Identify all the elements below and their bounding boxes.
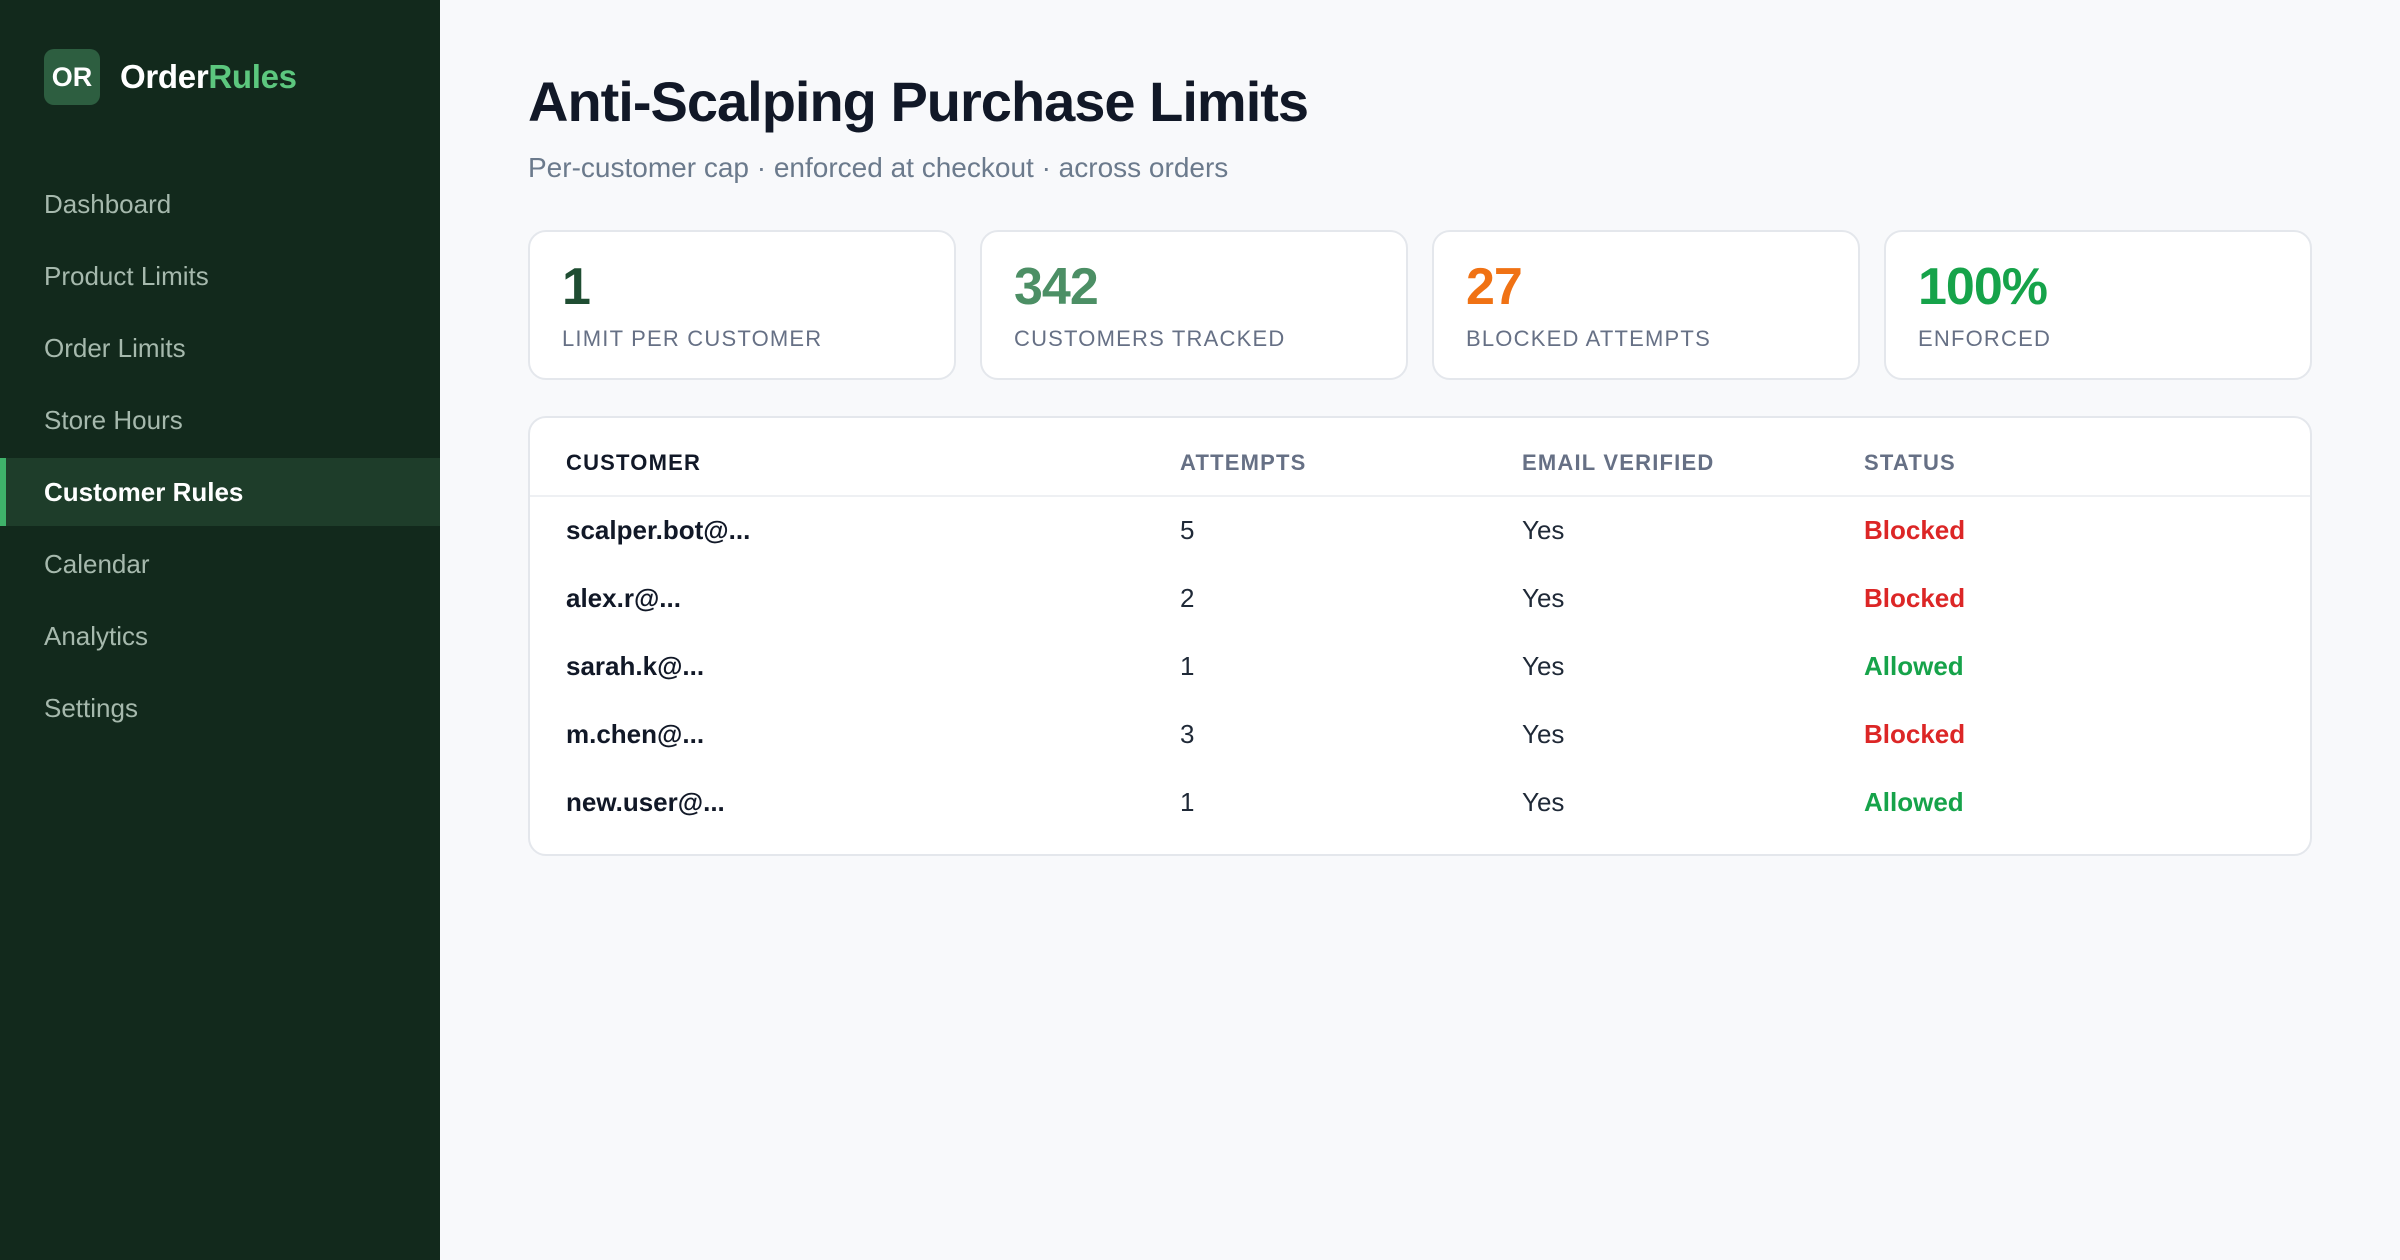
email-verified-cell: Yes [1522, 650, 1565, 681]
customer-cell: scalper.bot@... [566, 515, 751, 545]
sidebar-item-analytics[interactable]: Analytics [0, 602, 440, 670]
stat-card-enforced: 100% ENFORCED [1884, 230, 2312, 380]
column-header-customer[interactable]: CUSTOMER [530, 418, 1180, 497]
sidebar-item-customer-rules[interactable]: Customer Rules [0, 458, 440, 526]
stat-label-limit: LIMIT PER CUSTOMER [562, 326, 823, 351]
stat-label-blocked-attempts: BLOCKED ATTEMPTS [1466, 326, 1711, 351]
stat-value-blocked-attempts: 27 [1466, 258, 1523, 316]
attempts-cell: 1 [1180, 786, 1195, 817]
attempts-cell: 2 [1180, 582, 1195, 613]
attempts-cell: 3 [1180, 718, 1195, 749]
customers-table: CUSTOMER ATTEMPTS EMAIL VERIFIED STATUS … [530, 418, 2310, 836]
brand-name: OrderRules [120, 58, 297, 96]
customer-cell: sarah.k@... [566, 650, 705, 681]
stat-value-enforced: 100% [1918, 258, 2048, 316]
sidebar: OR OrderRules Dashboard Product Limits O… [0, 0, 440, 1260]
attempts-cell: 5 [1180, 515, 1195, 545]
status-badge: Allowed [1864, 786, 1964, 817]
stats-row: 1 LIMIT PER CUSTOMER 342 CUSTOMERS TRACK… [528, 230, 2312, 380]
main-content: Anti-Scalping Purchase Limits Per-custom… [440, 0, 2400, 1260]
stat-value-customers-tracked: 342 [1014, 258, 1099, 316]
stat-card-blocked-attempts: 27 BLOCKED ATTEMPTS [1432, 230, 1860, 380]
table-row[interactable]: scalper.bot@... 5 Yes Blocked [530, 496, 2310, 564]
stat-label-enforced: ENFORCED [1918, 326, 2052, 351]
column-header-email-verified[interactable]: EMAIL VERIFIED [1522, 418, 1864, 497]
customer-cell: m.chen@... [566, 718, 705, 749]
table-row[interactable]: new.user@... 1 Yes Allowed [530, 768, 2310, 836]
stat-value-limit: 1 [562, 258, 591, 316]
brand-logo: OR [44, 49, 100, 105]
status-badge: Allowed [1864, 650, 1964, 681]
sidebar-nav: Dashboard Product Limits Order Limits St… [0, 170, 440, 742]
sidebar-item-order-limits[interactable]: Order Limits [0, 314, 440, 382]
table-row[interactable]: sarah.k@... 1 Yes Allowed [530, 632, 2310, 700]
brand-name-part2: Rules [208, 58, 297, 95]
table-header-row: CUSTOMER ATTEMPTS EMAIL VERIFIED STATUS [530, 418, 2310, 497]
page-title: Anti-Scalping Purchase Limits [528, 70, 1309, 133]
stat-card-limit: 1 LIMIT PER CUSTOMER [528, 230, 956, 380]
customers-table-card: CUSTOMER ATTEMPTS EMAIL VERIFIED STATUS … [528, 416, 2312, 856]
email-verified-cell: Yes [1522, 515, 1565, 545]
table-row[interactable]: m.chen@... 3 Yes Blocked [530, 700, 2310, 768]
sidebar-item-store-hours[interactable]: Store Hours [0, 386, 440, 454]
email-verified-cell: Yes [1522, 582, 1565, 613]
sidebar-item-dashboard[interactable]: Dashboard [0, 170, 440, 238]
page-subtitle: Per-customer cap · enforced at checkout … [528, 152, 1229, 183]
status-badge: Blocked [1864, 515, 1966, 545]
brand[interactable]: OR OrderRules [0, 0, 440, 106]
app: OR OrderRules Dashboard Product Limits O… [0, 0, 2400, 1260]
email-verified-cell: Yes [1522, 718, 1565, 749]
customer-cell: alex.r@... [566, 582, 681, 613]
attempts-cell: 1 [1180, 650, 1195, 681]
table-row[interactable]: alex.r@... 2 Yes Blocked [530, 564, 2310, 632]
brand-name-part1: Order [120, 58, 209, 95]
stat-label-customers-tracked: CUSTOMERS TRACKED [1014, 326, 1286, 351]
status-badge: Blocked [1864, 718, 1966, 749]
status-badge: Blocked [1864, 582, 1966, 613]
email-verified-cell: Yes [1522, 786, 1565, 817]
sidebar-item-settings[interactable]: Settings [0, 674, 440, 742]
sidebar-item-product-limits[interactable]: Product Limits [0, 242, 440, 310]
customer-cell: new.user@... [566, 786, 725, 817]
column-header-attempts[interactable]: ATTEMPTS [1180, 418, 1522, 497]
stat-card-customers-tracked: 342 CUSTOMERS TRACKED [980, 230, 1408, 380]
column-header-status[interactable]: STATUS [1864, 418, 2310, 497]
sidebar-item-calendar[interactable]: Calendar [0, 530, 440, 598]
